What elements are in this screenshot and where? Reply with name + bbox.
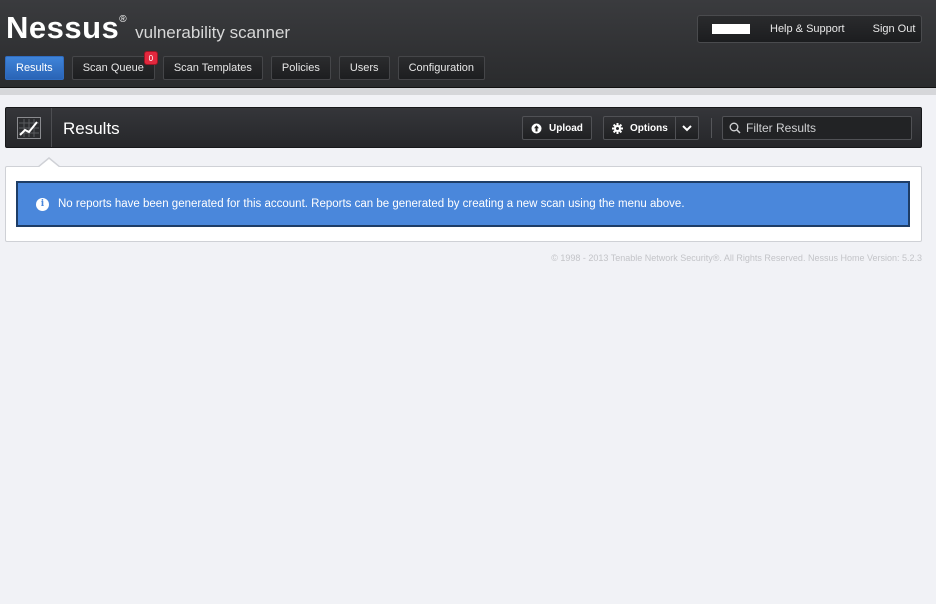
nav-scan-queue[interactable]: Scan Queue 0 — [71, 51, 158, 80]
results-toolbar: Results Upload Options — [5, 107, 922, 148]
search-icon — [729, 122, 741, 134]
options-label: Options — [630, 122, 668, 134]
filter-results-field[interactable] — [722, 116, 912, 140]
options-dropdown-toggle[interactable] — [676, 124, 698, 132]
nav-scan-templates[interactable]: Scan Templates — [162, 56, 263, 80]
nav-users-label: Users — [349, 62, 379, 74]
options-button[interactable]: Options — [603, 116, 699, 140]
filter-results-input[interactable] — [746, 121, 906, 135]
user-toolbar: Help & Support Sign Out — [697, 15, 922, 43]
scan-queue-count-badge: 0 — [143, 51, 158, 65]
nav-scan-queue-label: Scan Queue — [82, 62, 144, 74]
nav-configuration-label: Configuration — [408, 62, 474, 74]
app-header: Nessus® vulnerability scanner Results Sc… — [0, 0, 936, 88]
info-alert: i No reports have been generated for thi… — [16, 181, 910, 227]
footer-copyright: © 1998 - 2013 Tenable Network Security®.… — [551, 253, 922, 263]
chevron-down-icon — [682, 124, 692, 131]
username-box[interactable] — [712, 24, 750, 34]
logo-registered-mark: ® — [119, 14, 127, 25]
nav-scan-templates-label: Scan Templates — [173, 62, 252, 74]
nessus-logo: Nessus® vulnerability scanner — [6, 10, 290, 46]
upload-icon — [531, 123, 542, 133]
toolbar-separator — [711, 118, 712, 138]
header-divider — [0, 88, 936, 95]
results-chart-icon — [6, 108, 52, 147]
nav-configuration[interactable]: Configuration — [397, 56, 485, 80]
info-message: No reports have been generated for this … — [58, 198, 685, 210]
upload-button[interactable]: Upload — [522, 116, 592, 140]
logo-tagline: vulnerability scanner — [135, 23, 291, 42]
page-title: Results — [63, 119, 120, 138]
nav-policies[interactable]: Policies — [270, 56, 331, 80]
nav-results[interactable]: Results — [5, 56, 64, 80]
main-nav: Results Scan Queue 0 Scan Templates Poli… — [5, 51, 485, 80]
help-support-link[interactable]: Help & Support — [770, 23, 845, 35]
upload-label: Upload — [549, 122, 583, 134]
nav-users[interactable]: Users — [338, 56, 390, 80]
info-icon: i — [36, 197, 49, 211]
nav-results-label: Results — [16, 62, 53, 74]
nav-policies-label: Policies — [281, 62, 320, 74]
panel-pointer-fill — [38, 159, 60, 168]
sign-out-link[interactable]: Sign Out — [873, 23, 916, 35]
gear-icon — [612, 122, 623, 134]
logo-wordmark: Nessus — [6, 10, 120, 45]
